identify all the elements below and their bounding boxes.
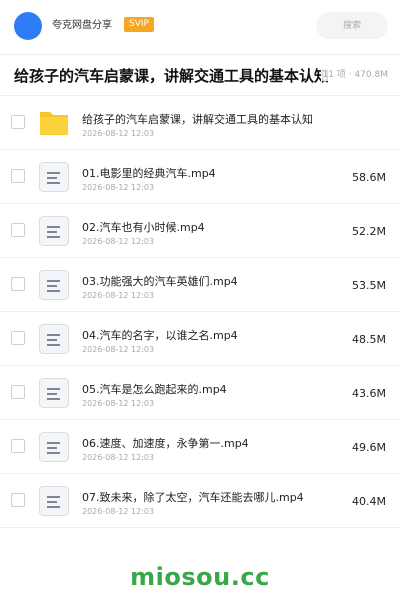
avatar[interactable] xyxy=(14,12,42,40)
row-checkbox[interactable] xyxy=(11,277,25,291)
document-icon xyxy=(39,486,69,516)
list-item-folder[interactable]: 给孩子的汽车启蒙课，讲解交通工具的基本认知 2026-08-12 12:03 xyxy=(0,96,400,150)
item-date: 2026-08-12 12:03 xyxy=(82,399,155,408)
document-icon xyxy=(39,378,69,408)
list-item[interactable]: 06.速度、加速度，永争第一.mp4 2026-08-12 12:03 49.6… xyxy=(0,420,400,474)
header-bar: 夸克网盘分享 SVIP xyxy=(0,0,400,54)
item-size: 53.5M xyxy=(352,279,386,292)
item-size: 40.4M xyxy=(352,495,386,508)
item-name[interactable]: 02.汽车也有小时候.mp4 xyxy=(82,221,205,234)
item-date: 2026-08-12 12:03 xyxy=(82,129,155,138)
item-date: 2026-08-12 12:03 xyxy=(82,237,155,246)
list-item[interactable]: 01.电影里的经典汽车.mp4 2026-08-12 12:03 58.6M xyxy=(0,150,400,204)
item-date: 2026-08-12 12:03 xyxy=(82,507,155,516)
document-icon xyxy=(39,162,69,192)
document-icon xyxy=(39,270,69,300)
item-name[interactable]: 01.电影里的经典汽车.mp4 xyxy=(82,167,216,180)
user-name[interactable]: 夸克网盘分享 xyxy=(52,20,112,32)
item-size: 49.6M xyxy=(352,441,386,454)
row-checkbox[interactable] xyxy=(11,493,25,507)
item-size: 43.6M xyxy=(352,387,386,400)
item-size: 48.5M xyxy=(352,333,386,346)
folder-title-row: 给孩子的汽车启蒙课，讲解交通工具的基本认知 11 项 · 470.8M xyxy=(0,55,400,95)
item-date: 2026-08-12 12:03 xyxy=(82,183,155,192)
svip-badge: SVIP xyxy=(124,17,154,32)
list-item[interactable]: 04.汽车的名字，以谁之名.mp4 2026-08-12 12:03 48.5M xyxy=(0,312,400,366)
document-icon xyxy=(39,216,69,246)
item-size: 58.6M xyxy=(352,171,386,184)
row-checkbox[interactable] xyxy=(11,439,25,453)
file-list: 给孩子的汽车启蒙课，讲解交通工具的基本认知 2026-08-12 12:03 0… xyxy=(0,96,400,528)
page-title: 给孩子的汽车启蒙课，讲解交通工具的基本认知 xyxy=(14,67,330,85)
item-name[interactable]: 07.致未来，除了太空，汽车还能去哪儿.mp4 xyxy=(82,491,304,504)
folder-icon xyxy=(40,112,68,135)
list-item[interactable]: 07.致未来，除了太空，汽车还能去哪儿.mp4 2026-08-12 12:03… xyxy=(0,474,400,528)
item-date: 2026-08-12 12:03 xyxy=(82,291,155,300)
folder-summary: 11 项 · 470.8M xyxy=(320,69,388,81)
item-name[interactable]: 06.速度、加速度，永争第一.mp4 xyxy=(82,437,249,450)
item-date: 2026-08-12 12:03 xyxy=(82,345,155,354)
item-name[interactable]: 05.汽车是怎么跑起来的.mp4 xyxy=(82,383,227,396)
document-icon xyxy=(39,432,69,462)
row-checkbox[interactable] xyxy=(11,169,25,183)
list-item[interactable]: 02.汽车也有小时候.mp4 2026-08-12 12:03 52.2M xyxy=(0,204,400,258)
list-item[interactable]: 05.汽车是怎么跑起来的.mp4 2026-08-12 12:03 43.6M xyxy=(0,366,400,420)
row-checkbox[interactable] xyxy=(11,115,25,129)
list-item[interactable]: 03.功能强大的汽车英雄们.mp4 2026-08-12 12:03 53.5M xyxy=(0,258,400,312)
item-name[interactable]: 给孩子的汽车启蒙课，讲解交通工具的基本认知 xyxy=(82,113,313,126)
item-size: 52.2M xyxy=(352,225,386,238)
row-checkbox[interactable] xyxy=(11,331,25,345)
item-name[interactable]: 03.功能强大的汽车英雄们.mp4 xyxy=(82,275,238,288)
document-icon xyxy=(39,324,69,354)
item-date: 2026-08-12 12:03 xyxy=(82,453,155,462)
search-input[interactable] xyxy=(316,12,388,39)
row-checkbox[interactable] xyxy=(11,385,25,399)
item-name[interactable]: 04.汽车的名字，以谁之名.mp4 xyxy=(82,329,238,342)
watermark-text: miosou.cc xyxy=(130,563,270,591)
row-checkbox[interactable] xyxy=(11,223,25,237)
